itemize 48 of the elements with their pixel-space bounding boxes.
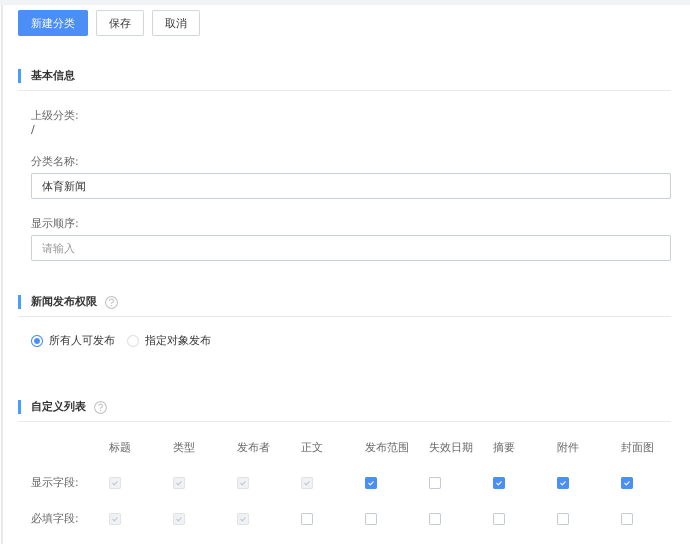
column-header: 摘要 [493,440,516,454]
check-icon [559,479,567,487]
check-icon [175,479,183,487]
checkbox[interactable] [493,513,505,525]
save-button[interactable]: 保存 [96,10,144,36]
checkbox[interactable] [557,513,569,525]
check-icon [175,515,183,523]
column-header: 附件 [557,440,580,454]
checkbox[interactable] [365,513,377,525]
checkbox[interactable] [557,477,569,489]
radio-option[interactable]: 指定对象发布 [127,333,211,348]
check-icon [239,515,247,523]
column-header: 正文 [301,440,324,454]
row-label: 必填字段: [31,511,80,526]
checkbox[interactable] [365,477,377,489]
check-icon [303,479,311,487]
column-header: 封面图 [621,440,655,454]
section-title: 自定义列表 [18,400,86,414]
field-value: / [31,123,36,137]
checkbox[interactable] [429,477,441,489]
section-title: 基本信息 [18,69,75,83]
help-icon[interactable] [94,400,107,414]
section-title: 新闻发布权限 [18,295,97,309]
help-icon[interactable] [105,296,118,308]
cancel-button[interactable]: 取消 [152,10,200,36]
check-icon [495,479,503,487]
field-label: 上级分类: [31,109,80,123]
input-field[interactable]: 请输入 [31,235,671,261]
column-header: 发布范围 [365,440,410,454]
row-label: 显示字段: [31,475,80,490]
checkbox[interactable] [429,513,441,525]
checkbox[interactable] [493,477,505,489]
checkbox[interactable] [301,513,313,525]
column-header: 发布者 [237,440,271,454]
column-header: 失效日期 [429,440,474,454]
radio-option[interactable]: 所有人可发布 [31,333,115,348]
field-label: 分类名称: [31,155,80,169]
check-icon [111,515,119,523]
column-header: 标题 [109,440,132,454]
check-icon [111,479,119,487]
check-icon [367,479,375,487]
column-header: 类型 [173,440,196,454]
input-field[interactable]: 体育新闻 [31,173,671,199]
checkbox[interactable] [621,513,633,525]
check-icon [623,479,631,487]
check-icon [239,479,247,487]
field-label: 显示顺序: [31,217,80,231]
checkbox[interactable] [621,477,633,489]
